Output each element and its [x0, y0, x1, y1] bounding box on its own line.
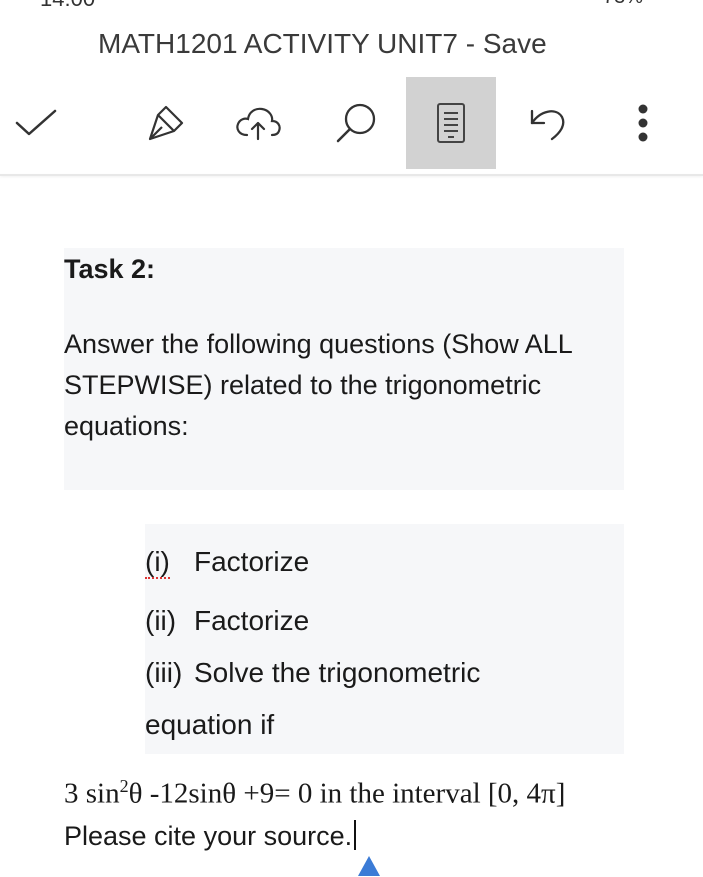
cite-source-line: Please cite your source.: [64, 820, 357, 852]
mobile-view-button[interactable]: [406, 77, 496, 169]
undo-icon: [530, 109, 565, 141]
find-button[interactable]: [320, 77, 392, 169]
toolbar: [0, 77, 703, 169]
pen-icon: [148, 105, 184, 141]
list-item-number: (i): [145, 546, 170, 579]
task-heading: Task 2:: [64, 254, 156, 284]
list-item-text: Solve the trigonometric: [194, 657, 481, 688]
task-instructions: Answer the following questions (Show ALL…: [64, 329, 572, 441]
list-item-text: equation if: [145, 709, 275, 740]
list-item-number: (ii): [145, 605, 177, 636]
list-item-number: (iii): [145, 657, 183, 688]
text-caret: [354, 820, 357, 850]
save-to-cloud-button[interactable]: [222, 77, 294, 169]
cursor-handle[interactable]: [358, 856, 380, 876]
status-time: 14:00: [40, 0, 95, 12]
more-options-button[interactable]: [620, 77, 666, 169]
status-bar: 14:00 73%: [0, 0, 703, 11]
document-body[interactable]: Task 2: Answer the following questions (…: [0, 176, 703, 877]
list-item: (ii) Factorize: [145, 605, 309, 637]
undo-button[interactable]: [512, 77, 584, 169]
battery-level: 73%: [603, 0, 643, 9]
list-item-text: Factorize: [194, 546, 310, 577]
document-title[interactable]: MATH1201 ACTIVITY UNIT7 - Save: [98, 28, 593, 64]
list-item: equation if: [145, 709, 274, 741]
draw-button[interactable]: [130, 77, 202, 169]
list-item: (iii) Solve the trigonometric: [145, 657, 480, 689]
equation: 3 sin2θ -12sinθ +9= 0 in the interval [0…: [64, 776, 566, 810]
cloud-upload-icon: [236, 107, 281, 141]
list-item: (i) Factorize: [145, 546, 310, 579]
more-options-icon: [638, 104, 648, 142]
search-icon: [336, 103, 376, 143]
list-item-text: Factorize: [194, 605, 310, 636]
done-button[interactable]: [0, 77, 72, 169]
check-icon: [15, 109, 57, 136]
mobile-view-icon: [437, 103, 465, 143]
